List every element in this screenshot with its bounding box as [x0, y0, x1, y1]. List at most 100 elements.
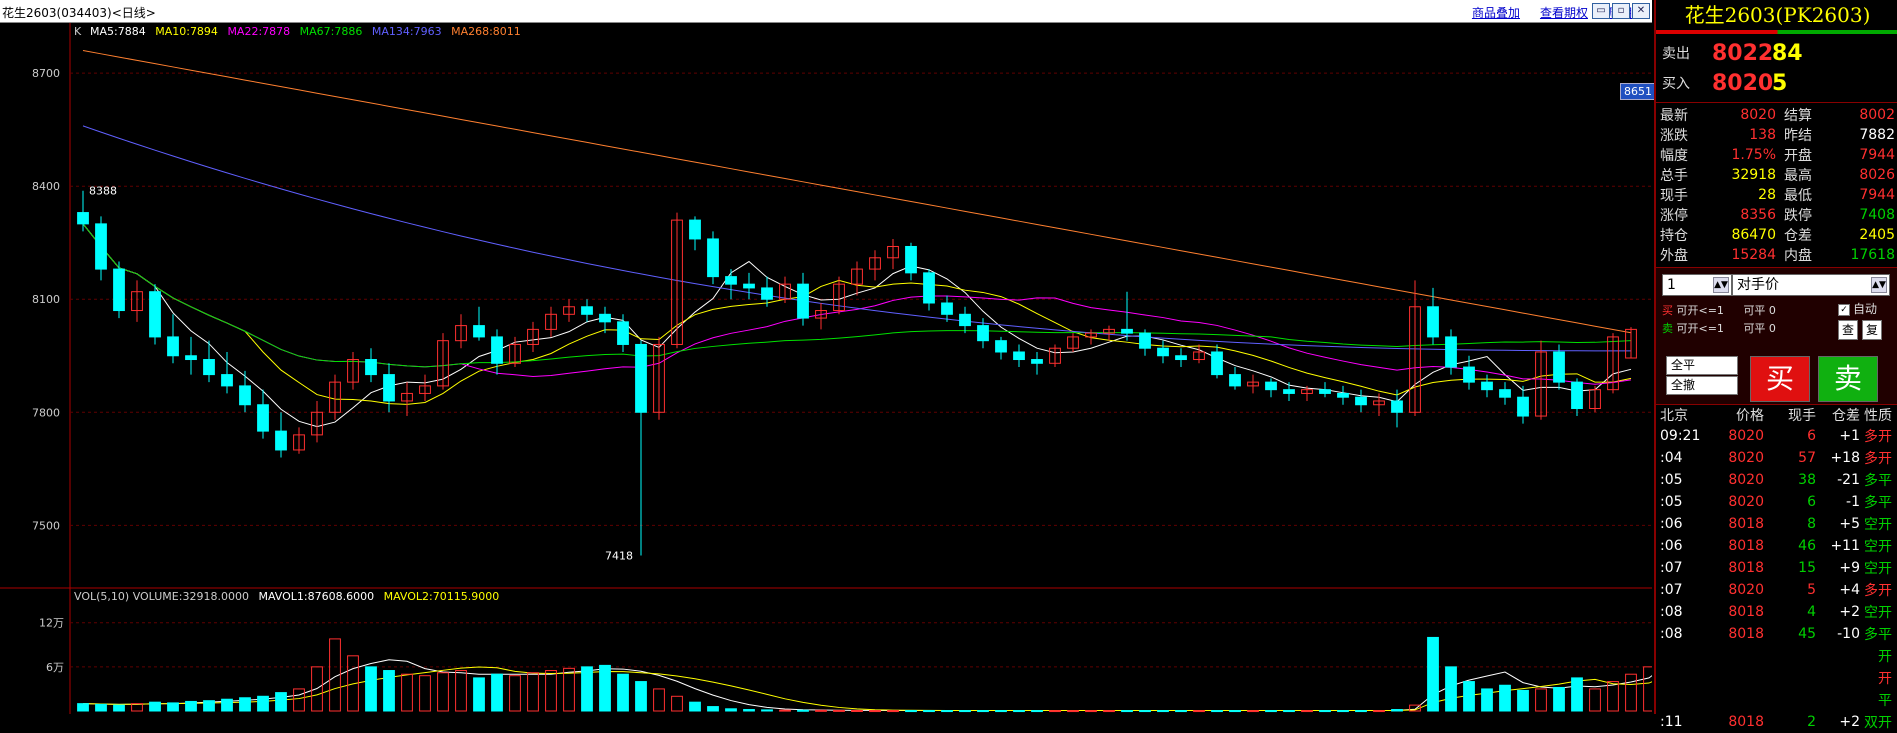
quote-value: 8020: [1740, 107, 1776, 123]
candle-body: [707, 238, 719, 278]
candle-body: [1121, 328, 1133, 334]
candle-body: [1499, 389, 1511, 398]
spinner-icon[interactable]: ▲▼: [1713, 277, 1729, 293]
quote-row: 现手 28 最低 7944: [1660, 185, 1895, 205]
candle-body: [581, 306, 593, 315]
volume-bar: [203, 700, 215, 712]
volume-bar: [1229, 710, 1241, 713]
quote-value: 28: [1758, 187, 1776, 203]
tick-volume: 45: [1798, 626, 1816, 642]
volume-bar: [959, 710, 971, 713]
candle-body: [1391, 400, 1403, 413]
volume-bar: [185, 700, 197, 712]
close-icon[interactable]: ✕: [1632, 3, 1650, 19]
price-type-select[interactable]: 对手价 ▲▼: [1732, 274, 1890, 296]
volume-bar: [1193, 710, 1205, 713]
price-tick-label: 8700: [32, 67, 60, 80]
volume-bar: [383, 670, 395, 712]
quantity-select[interactable]: 1 ▲▼: [1662, 274, 1732, 296]
ma10-line: [82, 223, 1632, 405]
close-all-button[interactable]: 全平: [1666, 356, 1738, 375]
tick-row: :05 8020 6 -1 多平: [1656, 491, 1897, 513]
volume-bar: [887, 710, 899, 713]
tick-price: 8018: [1728, 604, 1764, 620]
tick-nature: 双开: [1864, 715, 1892, 731]
quote-value: 86470: [1731, 227, 1776, 243]
maximize-icon[interactable]: ▭: [1592, 3, 1610, 19]
kline-chart-svg[interactable]: 8700 8400 8100 7800 7500 12万 6万 K MA5:7884 MA…: [0, 23, 1652, 714]
kline-chart-area[interactable]: 8700 8400 8100 7800 7500 12万 6万 K MA5:7884 MA…: [0, 23, 1652, 714]
quote-key: 开盘: [1784, 148, 1812, 164]
quote-row: 外盘 15284 内盘 17618: [1660, 245, 1895, 265]
candle-body: [689, 219, 701, 240]
reset-button[interactable]: 复: [1862, 320, 1882, 340]
overlay-commodity-link[interactable]: 商品叠加: [1472, 4, 1520, 21]
tick-time: :08: [1660, 604, 1683, 620]
volume-bar: [617, 673, 629, 712]
tick-time: :06: [1660, 516, 1683, 532]
volume-bar: [1139, 710, 1151, 713]
candle-body: [383, 374, 395, 402]
checkbox-icon[interactable]: ✓: [1838, 303, 1850, 316]
volume-bar: [1283, 710, 1295, 713]
cancel-all-button[interactable]: 全撤: [1666, 376, 1738, 395]
quote-row: 持仓 86470 仓差 2405: [1660, 225, 1895, 245]
candle-body: [1175, 355, 1187, 361]
candle-body: [1337, 392, 1349, 398]
volume-bar: [1625, 673, 1637, 712]
volume-bar: [1535, 688, 1547, 712]
candle-body: [1517, 396, 1529, 417]
tick-row: :08 8018 45 -10 多平: [1656, 623, 1897, 645]
tick-row: 开: [1656, 667, 1897, 689]
ask-label: 卖出: [1662, 46, 1690, 62]
sell-button[interactable]: 卖: [1818, 356, 1878, 402]
tick-price: 8020: [1728, 428, 1764, 444]
candle-body: [1157, 347, 1169, 357]
volume-bar: [1607, 681, 1619, 712]
candle-body: [1211, 351, 1223, 376]
tick-time: :06: [1660, 538, 1683, 554]
volume-bar: [275, 692, 287, 712]
query-button[interactable]: 查: [1838, 320, 1858, 340]
price-type-value: 对手价: [1737, 277, 1779, 293]
quote-key: 持仓: [1660, 228, 1688, 244]
tick-oi-change: +4: [1839, 582, 1860, 598]
candle-body: [491, 336, 503, 364]
buy-button[interactable]: 买: [1750, 356, 1810, 402]
ask-price[interactable]: 8022: [1712, 41, 1773, 66]
window-buttons: ▭ ▫ ✕: [1592, 3, 1650, 19]
volume-bar: [473, 677, 485, 712]
quote-panel: 花生2603(PK2603) 卖出 8022 84 买入 8020 5 最新 80…: [1654, 0, 1897, 731]
volume-bar: [1319, 710, 1331, 713]
quote-key: 现手: [1660, 188, 1688, 204]
quote-value: 7944: [1859, 147, 1895, 163]
tick-volume: 46: [1798, 538, 1816, 554]
tick-volume: 2: [1807, 714, 1816, 730]
tick-nature: 多平: [1864, 473, 1892, 489]
candle-body: [77, 212, 89, 225]
volume-bar: [1049, 710, 1061, 713]
quote-value: 32918: [1731, 167, 1776, 183]
volume-bar: [761, 709, 773, 712]
volume-bar: [77, 703, 89, 712]
candle-body: [275, 430, 287, 451]
volume-bar: [1499, 684, 1511, 712]
restore-icon[interactable]: ▫: [1612, 3, 1630, 19]
volume-legend: VOL(5,10) VOLUME:32918.0000 MAVOL1:87608…: [74, 590, 499, 603]
tick-nature: 多平: [1864, 627, 1892, 643]
volume-bar: [923, 710, 935, 713]
candle-body: [797, 283, 809, 319]
quantity-value: 1: [1667, 277, 1676, 293]
volume-bar: [563, 667, 575, 712]
ticks-list[interactable]: 09:21 8020 6 +1 多开:04 8020 57 +18 多开:05 8020 38 -21…: [1656, 425, 1897, 733]
candle-body: [977, 325, 989, 342]
view-options-link[interactable]: 查看期权: [1540, 4, 1588, 21]
auto-checkbox[interactable]: ✓ 自动: [1838, 300, 1877, 317]
dropdown-icon[interactable]: ▲▼: [1871, 277, 1887, 293]
col-volume: 现手: [1788, 408, 1816, 424]
quote-value: 8002: [1859, 107, 1895, 123]
bid-price[interactable]: 8020: [1712, 71, 1773, 96]
candle-body: [995, 340, 1007, 353]
tick-nature: 开: [1878, 671, 1892, 687]
volume-bar: [545, 670, 557, 712]
